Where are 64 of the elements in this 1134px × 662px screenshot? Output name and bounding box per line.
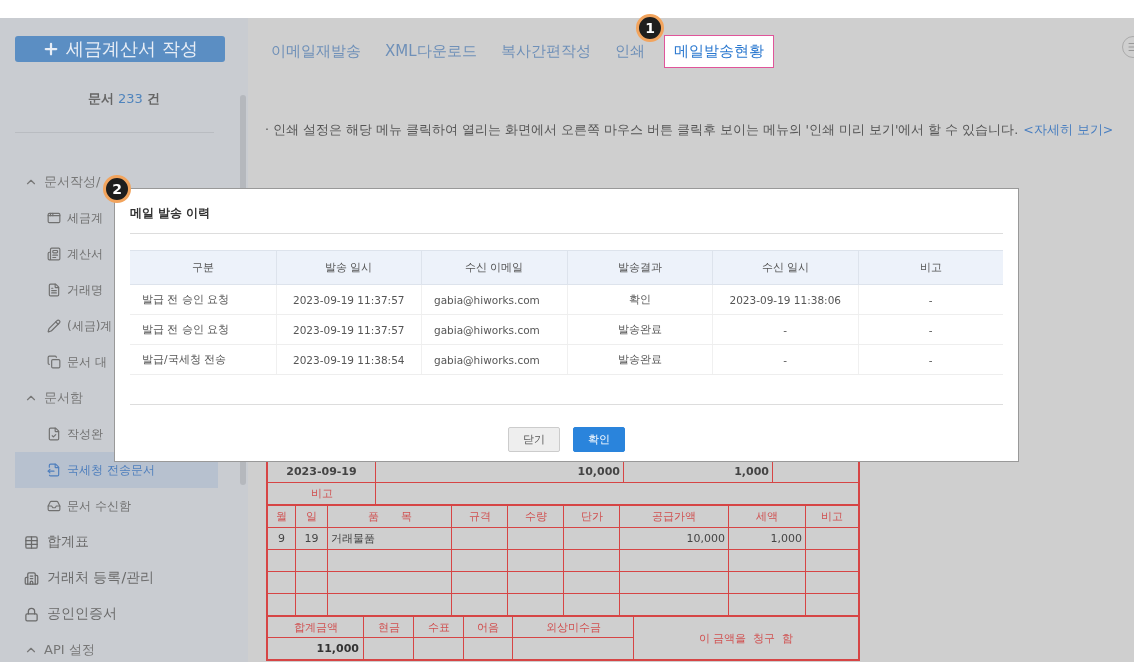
- column-header: 일: [296, 506, 328, 527]
- section-label: 문서작성/: [44, 173, 101, 191]
- table-cell: gabia@hiworks.com: [421, 345, 567, 374]
- claim-text: 이 금액을 청구 함: [697, 630, 795, 647]
- table-cell: 확인: [566, 285, 712, 314]
- item-label: 작성완: [67, 425, 103, 443]
- table-cell-text: 발급/국세청 전송: [141, 351, 227, 367]
- link-label: 합계표: [47, 533, 89, 551]
- table-cell: gabia@hiworks.com: [421, 315, 567, 344]
- table-cell: -: [857, 285, 1003, 314]
- column-header: 발송결과: [566, 251, 712, 284]
- total-label: 합계금액: [268, 617, 364, 638]
- item-label: 문서 수신함: [67, 497, 131, 515]
- item-label: 국세청 전송문서: [67, 461, 155, 479]
- item-label: (세금)계: [67, 317, 113, 335]
- section-label: 문서함: [44, 389, 83, 407]
- table-cell: gabia@hiworks.com: [421, 285, 567, 314]
- column-header: 단가: [564, 506, 620, 527]
- table-cell: 발송완료: [566, 345, 712, 374]
- column-header: 세액: [729, 506, 806, 527]
- section-label: API 설정: [44, 641, 95, 659]
- table-cell: -: [712, 315, 858, 344]
- item-label: 세금계: [67, 209, 103, 227]
- invoice-cell: 19: [296, 528, 328, 549]
- column-header: 수신 일시: [712, 251, 858, 284]
- table-cell: 2023-09-19 11:37:57: [275, 285, 421, 314]
- column-header: 비고: [857, 251, 1003, 284]
- table-cell: 2023-09-19 11:38:06: [712, 285, 858, 314]
- column-header: 품 목: [328, 506, 452, 527]
- total-value: 11,000: [268, 638, 364, 659]
- table-cell: -: [857, 345, 1003, 374]
- column-header: 구분: [190, 259, 215, 275]
- column-header: 발송 일시: [275, 251, 421, 284]
- table-cell: 2023-09-19 11:37:57: [275, 315, 421, 344]
- column-header: 공급가액: [620, 506, 729, 527]
- invoice-cell: 10,000: [620, 528, 729, 549]
- table-cell-text: 발급 전 승인 요청: [141, 291, 230, 307]
- total-label: 어음: [464, 617, 513, 638]
- document-count: 문서 233 건: [86, 90, 162, 108]
- invoice-cell: 1,000: [729, 528, 806, 549]
- column-header: 규격: [452, 506, 508, 527]
- link-label: 공인인증서: [47, 605, 117, 623]
- total-label: 수표: [414, 617, 464, 638]
- remark-label: 비고: [268, 483, 376, 504]
- table-cell: -: [857, 315, 1003, 344]
- column-header: 수량: [508, 506, 564, 527]
- table-cell: 2023-09-19 11:38:54: [275, 345, 421, 374]
- link-label: 거래처 등록/관리: [47, 569, 155, 587]
- total-label: 현금: [364, 617, 414, 638]
- total-label: 외상미수금: [513, 617, 633, 638]
- table-cell: -: [712, 345, 858, 374]
- item-label: 거래명: [67, 281, 103, 299]
- column-header: 월: [268, 506, 296, 527]
- invoice-cell: 거래물품: [328, 528, 452, 549]
- dialog-title: 메일 발송 이력: [130, 205, 1003, 234]
- table-cell-text: 발급 전 승인 요청: [141, 321, 230, 337]
- item-label: 문서 대: [67, 353, 107, 371]
- item-label: 계산서: [67, 245, 103, 263]
- invoice-cell: 9: [268, 528, 296, 549]
- column-header: 수신 이메일: [421, 251, 567, 284]
- print-notice: · 인쇄 설정은 해당 메뉴 클릭하여 열리는 화면에서 오른쪽 마우스 버튼 클릭후 보이는 메뉴의 '인쇄 미리 보기'에서 할 수 있습니다. <자세히 보기>: [265, 122, 1115, 139]
- annotation-badge: 1: [636, 14, 664, 42]
- table-cell: 발송완료: [566, 315, 712, 344]
- column-header: 비고: [820, 509, 844, 525]
